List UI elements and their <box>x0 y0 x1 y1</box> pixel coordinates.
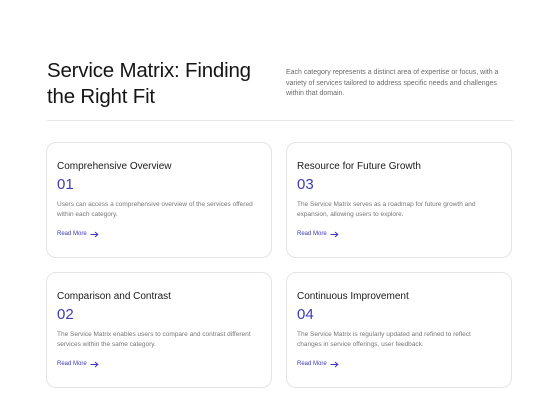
card-number: 02 <box>57 306 74 323</box>
service-card: Comprehensive Overview 01 Users can acce… <box>46 142 272 258</box>
page-header: Service Matrix: Finding the Right Fit Ea… <box>47 58 513 120</box>
page-title: Service Matrix: Finding the Right Fit <box>47 59 251 108</box>
card-description: Users can access a comprehensive overvie… <box>57 201 253 218</box>
arrow-right-icon <box>330 231 339 238</box>
card-description: The Service Matrix serves as a roadmap f… <box>297 201 476 218</box>
header-divider <box>47 120 513 121</box>
service-card: Comparison and Contrast 02 The Service M… <box>46 272 272 388</box>
card-title: Continuous Improvement <box>297 291 409 302</box>
read-more-link[interactable]: Read More <box>297 360 339 369</box>
read-more-label: Read More <box>297 361 327 367</box>
arrow-right-icon <box>90 361 99 368</box>
card-description: The Service Matrix is regularly updated … <box>297 331 471 348</box>
card-number: 01 <box>57 176 74 193</box>
page-intro: Each category represents a distinct area… <box>286 69 499 97</box>
read-more-label: Read More <box>57 231 87 237</box>
arrow-right-icon <box>330 361 339 368</box>
read-more-link[interactable]: Read More <box>57 230 99 239</box>
card-description: The Service Matrix enables users to comp… <box>57 331 251 348</box>
card-title: Comparison and Contrast <box>57 291 171 302</box>
read-more-link[interactable]: Read More <box>57 360 99 369</box>
read-more-label: Read More <box>57 361 87 367</box>
arrow-right-icon <box>90 231 99 238</box>
service-card: Continuous Improvement 04 The Service Ma… <box>286 272 512 388</box>
read-more-label: Read More <box>297 231 327 237</box>
card-number: 03 <box>297 176 314 193</box>
card-title: Comprehensive Overview <box>57 161 172 172</box>
card-title: Resource for Future Growth <box>297 161 421 172</box>
card-number: 04 <box>297 306 314 323</box>
service-card: Resource for Future Growth 03 The Servic… <box>286 142 512 258</box>
read-more-link[interactable]: Read More <box>297 230 339 239</box>
